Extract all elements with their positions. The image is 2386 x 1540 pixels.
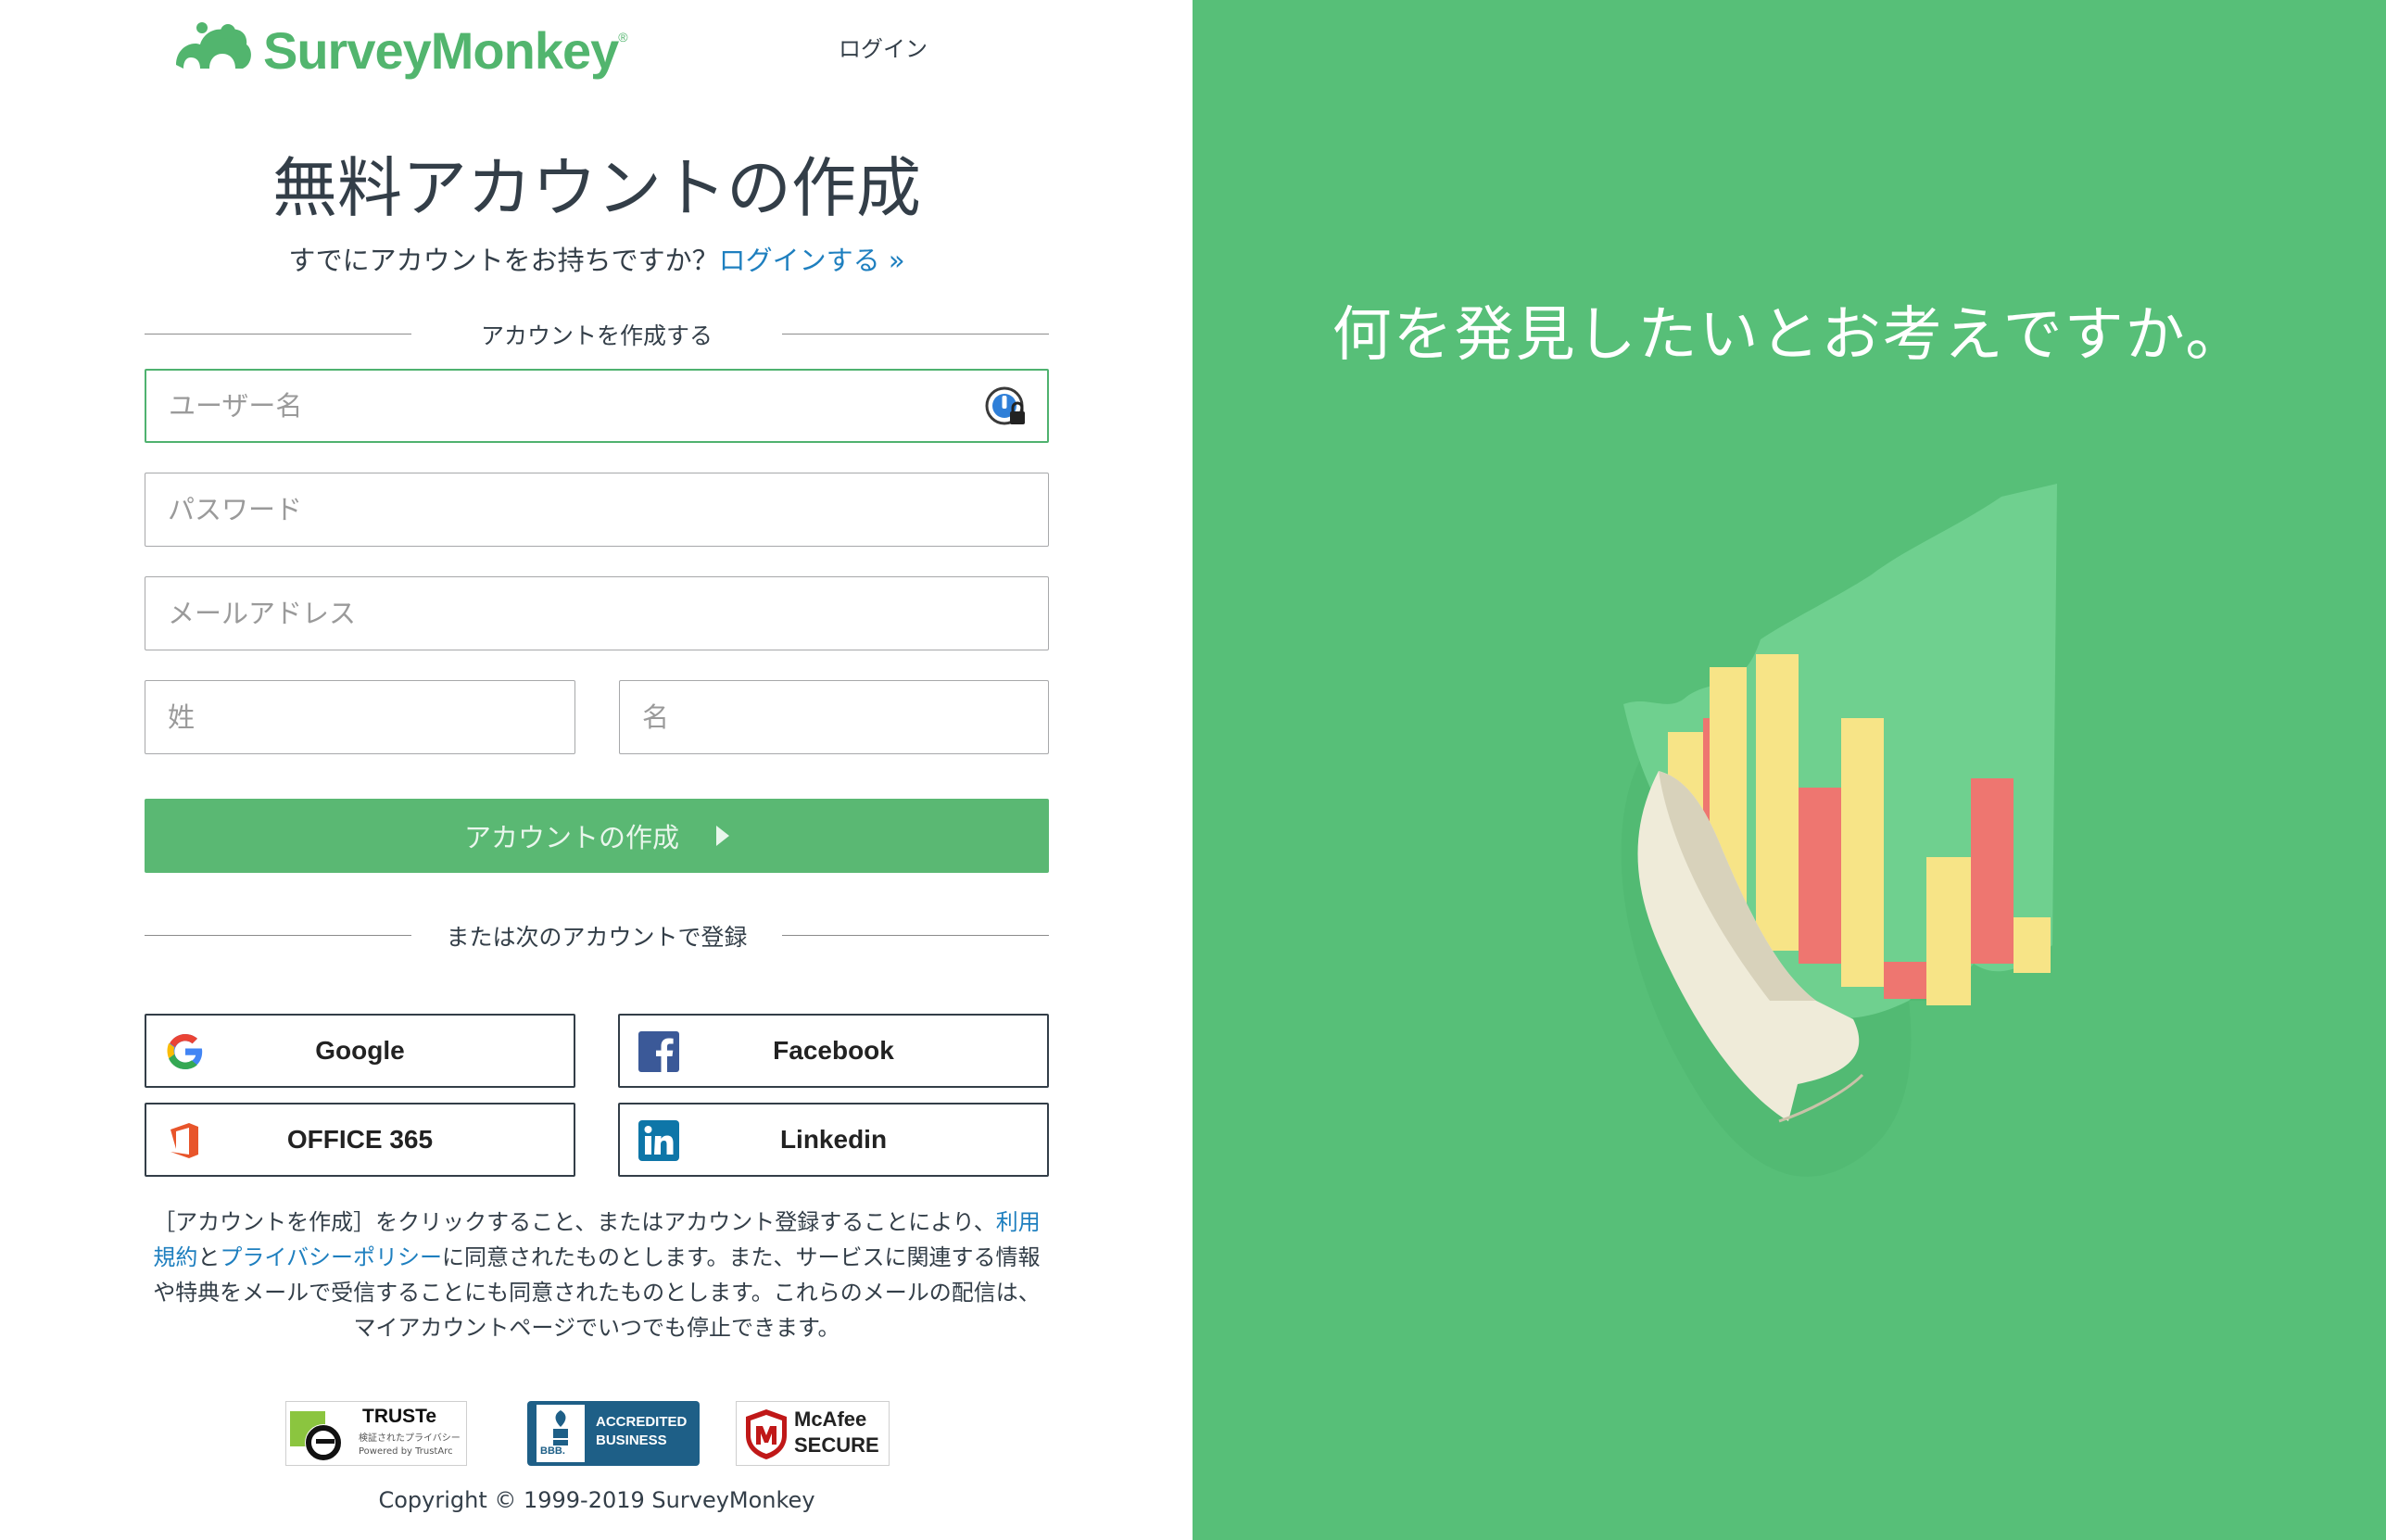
social-divider: または次のアカウントで登録	[145, 916, 1049, 953]
create-account-label: アカウントの作成	[463, 824, 679, 853]
office365-signup-button[interactable]: OFFICE 365	[145, 1103, 575, 1177]
username-field[interactable]	[145, 369, 1049, 443]
divider-label: アカウントを作成する	[480, 322, 713, 349]
linkedin-icon	[638, 1120, 679, 1161]
mcafee-line1: McAfee	[794, 1407, 867, 1431]
divider-line	[145, 935, 411, 936]
password-manager-icon[interactable]	[984, 385, 1029, 430]
password-input[interactable]	[145, 473, 1048, 546]
login-prompt-text: すでにアカウントをお持ちですか？	[288, 245, 719, 276]
linkedin-signup-button[interactable]: Linkedin	[618, 1103, 1049, 1177]
last-name-field[interactable]	[145, 680, 575, 754]
copyright: Copyright © 1999-2019 SurveyMonkey	[378, 1487, 815, 1513]
bbb-line2: BUSINESS	[596, 1433, 667, 1448]
create-account-button[interactable]: アカウントの作成	[145, 799, 1049, 873]
office365-label: OFFICE 365	[286, 1125, 434, 1154]
header-login-link[interactable]: ログイン	[839, 31, 928, 63]
facebook-label: Facebook	[773, 1036, 894, 1065]
first-name-field[interactable]	[619, 680, 1049, 754]
peeled-paper-chart-illustration	[1621, 484, 2057, 1177]
truste-title: TRUSTe	[362, 1406, 437, 1427]
linkedin-label: Linkedin	[779, 1125, 888, 1154]
truste-badge[interactable]: TRUSTe 検証されたプライバシー Powered by TrustArc	[285, 1401, 467, 1466]
bbb-mark: BBB.	[540, 1445, 565, 1457]
truste-powered: Powered by TrustArc	[359, 1446, 453, 1457]
surveymonkey-logo[interactable]: SurveyMonkey®	[169, 13, 628, 87]
email-input[interactable]	[145, 577, 1048, 650]
legal-text-part1: ［アカウントを作成］をクリックすること、またはアカウント登録することにより、	[153, 1209, 996, 1235]
password-field[interactable]	[145, 473, 1049, 547]
login-prompt: すでにアカウントをお持ちですか？ログインする »	[145, 239, 1049, 278]
legal-notice: ［アカウントを作成］をクリックすること、またはアカウント登録することにより、利用…	[145, 1205, 1049, 1345]
truste-subtitle: 検証されたプライバシー	[359, 1433, 461, 1444]
divider-line	[782, 334, 1049, 335]
hero-headline: 何を発見したいとお考えですか。	[1332, 301, 2247, 370]
mcafee-shield-icon	[746, 1409, 787, 1459]
divider-line	[145, 334, 411, 335]
brand-name: SurveyMonkey®	[263, 20, 628, 80]
mcafee-badge[interactable]: McAfee SECURE	[736, 1401, 890, 1466]
bbb-line1: ACCREDITED	[596, 1414, 688, 1430]
first-name-input[interactable]	[620, 681, 1048, 753]
privacy-policy-link[interactable]: プライバシーポリシー	[220, 1244, 442, 1270]
login-link[interactable]: ログインする »	[719, 245, 905, 276]
divider-line	[782, 935, 1049, 936]
facebook-icon	[638, 1031, 679, 1072]
last-name-input[interactable]	[145, 681, 574, 753]
truste-seal-icon	[290, 1411, 342, 1461]
legal-and: と	[197, 1244, 221, 1270]
google-label: Google	[315, 1036, 405, 1065]
facebook-signup-button[interactable]: Facebook	[618, 1014, 1049, 1088]
create-account-divider: アカウントを作成する	[145, 315, 1049, 352]
office365-icon	[170, 1123, 198, 1158]
google-signup-button[interactable]: Google	[145, 1014, 575, 1088]
divider-label: または次のアカウントで登録	[446, 924, 748, 951]
page-title: 無料アカウントの作成	[272, 150, 921, 226]
mcafee-line2: SECURE	[794, 1433, 879, 1457]
signup-panel: SurveyMonkey® ログイン 無料アカウントの作成 すでにアカウントをお…	[0, 0, 1193, 1540]
email-field[interactable]	[145, 576, 1049, 650]
google-icon	[167, 1034, 204, 1069]
username-input[interactable]	[146, 371, 1047, 441]
monkey-logo-icon	[176, 22, 251, 69]
bbb-badge[interactable]: BBB. ACCREDITED BUSINESS	[527, 1401, 700, 1466]
play-arrow-icon	[716, 826, 729, 846]
